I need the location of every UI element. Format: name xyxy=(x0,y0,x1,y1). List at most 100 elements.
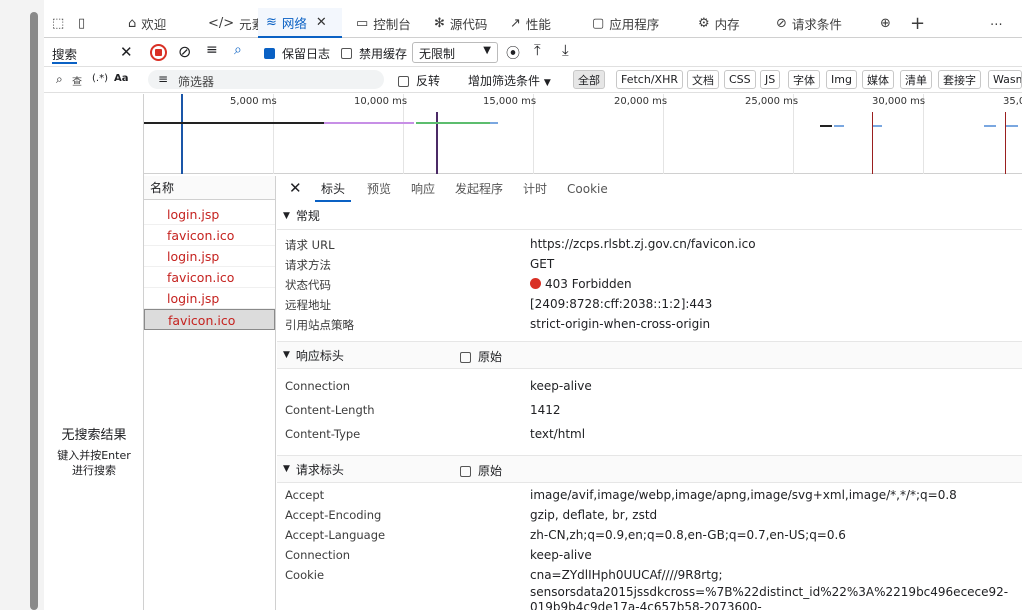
name-column-header[interactable]: 名称 xyxy=(144,176,275,200)
add-tab-icon[interactable]: + xyxy=(910,8,925,38)
filter-chip-js[interactable]: JS xyxy=(760,70,781,89)
request-bar xyxy=(1006,125,1018,127)
tick-label: 5,000 ms xyxy=(230,96,277,107)
tab-headers[interactable]: 标头 xyxy=(315,176,352,202)
response-header-row: Connection keep-alive xyxy=(285,379,592,393)
request-row[interactable]: favicon.ico xyxy=(144,267,275,288)
raw-checkbox[interactable] xyxy=(460,350,476,364)
tab-welcome[interactable]: ⌂ 欢迎 xyxy=(124,8,170,38)
invert-label: 反转 xyxy=(416,74,441,88)
request-bar xyxy=(984,125,996,127)
filter-input[interactable]: ≡ 筛选器 xyxy=(148,70,384,89)
network-conditions-icon[interactable]: ⦿ xyxy=(506,43,520,63)
search-icon: ⌕ xyxy=(56,72,63,86)
export-har-icon[interactable]: ⤓ xyxy=(562,41,569,59)
filter-toggle-icon[interactable]: ≡ xyxy=(206,42,218,58)
tab-memory[interactable]: ⚙ 内存 xyxy=(694,8,744,38)
application-icon: ▢ xyxy=(592,15,605,31)
triangle-down-icon: ▼ xyxy=(283,210,290,221)
throttle-select[interactable]: 无限制 ▼ xyxy=(412,42,498,63)
filter-chip-doc[interactable]: 文档 xyxy=(687,70,719,89)
tick-label: 35,0 xyxy=(1003,96,1022,107)
raw-checkbox[interactable] xyxy=(460,464,476,478)
request-row[interactable]: login.jsp xyxy=(144,288,275,309)
tab-request-conditions[interactable]: ⊘ 请求条件 xyxy=(772,8,846,38)
request-headers-section-header[interactable]: ▼ 请求标头 原始 xyxy=(277,455,1022,483)
request-header-row: Accept image/avif,image/webp,image/apng,i… xyxy=(285,488,957,502)
disable-cache-label: 禁用缓存 xyxy=(359,47,408,61)
filter-chip-manifest[interactable]: 清单 xyxy=(900,70,932,89)
performance-icon: ↗ xyxy=(510,15,521,31)
tick-label: 25,000 ms xyxy=(745,96,799,107)
close-search-icon[interactable]: ✕ xyxy=(120,43,133,61)
filter-icon: ≡ xyxy=(158,72,169,86)
detail-tabbar: ✕ 标头 预览 响应 发起程序 计时 Cookie xyxy=(277,176,1022,203)
tab-response[interactable]: 响应 xyxy=(411,176,435,202)
tab-sources[interactable]: ✻ 源代码 xyxy=(430,8,491,38)
request-row[interactable]: login.jsp xyxy=(144,204,275,225)
tab-preview[interactable]: 预览 xyxy=(367,176,391,202)
preserve-log-label: 保留日志 xyxy=(282,47,331,61)
tab-performance[interactable]: ↗ 性能 xyxy=(506,8,555,38)
tab-console[interactable]: ▭ 控制台 xyxy=(352,8,415,38)
request-bar xyxy=(834,125,844,127)
regex-toggle[interactable]: (.*) xyxy=(92,73,108,84)
request-row-selected[interactable]: favicon.ico xyxy=(144,309,275,330)
filter-chip-media[interactable]: 媒体 xyxy=(862,70,894,89)
network-timeline[interactable]: 5,000 ms 10,000 ms 15,000 ms 20,000 ms 2… xyxy=(144,94,1022,174)
globe-icon[interactable]: ⊕ xyxy=(880,8,891,38)
request-bar xyxy=(416,122,490,124)
search-hint: 键入并按Enter 进行搜索 xyxy=(57,449,131,477)
import-har-icon[interactable]: ⤒ xyxy=(534,41,541,59)
disable-cache-checkbox[interactable] xyxy=(341,46,357,60)
tab-network[interactable]: ≋ 网络 ✕ xyxy=(258,8,342,38)
chevron-down-icon: ▼ xyxy=(543,78,551,88)
tab-timing[interactable]: 计时 xyxy=(523,176,547,202)
bug-icon: ✻ xyxy=(434,15,445,31)
close-details-icon[interactable]: ✕ xyxy=(289,179,302,197)
inspect-icon[interactable]: ⬚ xyxy=(52,8,64,38)
clear-icon[interactable]: ⊘ xyxy=(178,42,191,61)
status-error-icon xyxy=(530,278,541,289)
tab-initiator[interactable]: 发起程序 xyxy=(455,176,503,202)
devtools-tab-bar: ⬚ ▯ ⌂ 欢迎 </> 元素 ≋ 网络 ✕ ▭ 控制台 ✻ 源代码 ↗ 性能 ▢ 应用程序 ⚙… xyxy=(44,8,1022,38)
tab-cookies[interactable]: Cookie xyxy=(567,176,608,202)
filter-chip-all[interactable]: 全部 xyxy=(573,70,605,89)
filter-chip-img[interactable]: Img xyxy=(826,70,857,89)
no-results-text: 无搜索结果 xyxy=(61,428,127,443)
filter-chip-wasm[interactable]: Wasm xyxy=(988,70,1022,89)
response-header-row: Content-Length 1412 xyxy=(285,403,561,417)
more-filters-dropdown[interactable]: 增加筛选条件 ▼ xyxy=(468,72,551,89)
record-stop-icon[interactable] xyxy=(150,44,167,61)
request-conditions-icon: ⊘ xyxy=(776,15,787,31)
more-options-icon[interactable]: ⋯ xyxy=(990,8,1003,38)
invert-checkbox[interactable] xyxy=(398,74,414,88)
request-details: ✕ 标头 预览 响应 发起程序 计时 Cookie ▼ 常规 请求 URL http… xyxy=(277,176,1022,610)
tick-label: 30,000 ms xyxy=(872,96,926,107)
wifi-icon: ≋ xyxy=(266,14,277,30)
general-row: 引用站点策略 strict-origin-when-cross-origin xyxy=(285,317,711,332)
search-icon[interactable]: ⌕ xyxy=(234,42,242,58)
filter-chip-css[interactable]: CSS xyxy=(724,70,756,89)
request-row[interactable]: favicon.ico xyxy=(144,225,275,246)
request-row[interactable]: login.jsp xyxy=(144,246,275,267)
filter-chip-socket[interactable]: 套接字 xyxy=(938,70,981,89)
filter-bar: ⌕ 查 (.*) Aa ≡ 筛选器 反转 增加筛选条件 ▼ 全部 Fetch/X… xyxy=(44,67,1022,93)
general-row: 请求 URL https://zcps.rlsbt.zj.gov.cn/favic… xyxy=(285,237,756,252)
request-bar xyxy=(144,122,324,124)
search-input[interactable]: 查 xyxy=(72,73,82,88)
event-marker xyxy=(872,112,873,174)
response-headers-section-header[interactable]: ▼ 响应标头 原始 xyxy=(277,341,1022,369)
filter-chip-fetch-xhr[interactable]: Fetch/XHR xyxy=(616,70,683,89)
general-section-header[interactable]: ▼ 常规 xyxy=(277,202,1022,230)
tab-application[interactable]: ▢ 应用程序 xyxy=(588,8,663,38)
match-case-toggle[interactable]: Aa xyxy=(114,73,129,84)
filter-chip-font[interactable]: 字体 xyxy=(788,70,820,89)
device-toolbar-icon[interactable]: ▯ xyxy=(78,8,85,38)
preserve-log-checkbox[interactable] xyxy=(264,46,280,60)
search-tab[interactable]: 搜索 xyxy=(52,44,78,64)
general-row: 状态代码 403 Forbidden xyxy=(285,277,632,292)
close-icon[interactable]: ✕ xyxy=(316,16,327,29)
vertical-scrollbar[interactable] xyxy=(30,12,38,610)
console-icon: ▭ xyxy=(356,15,369,31)
